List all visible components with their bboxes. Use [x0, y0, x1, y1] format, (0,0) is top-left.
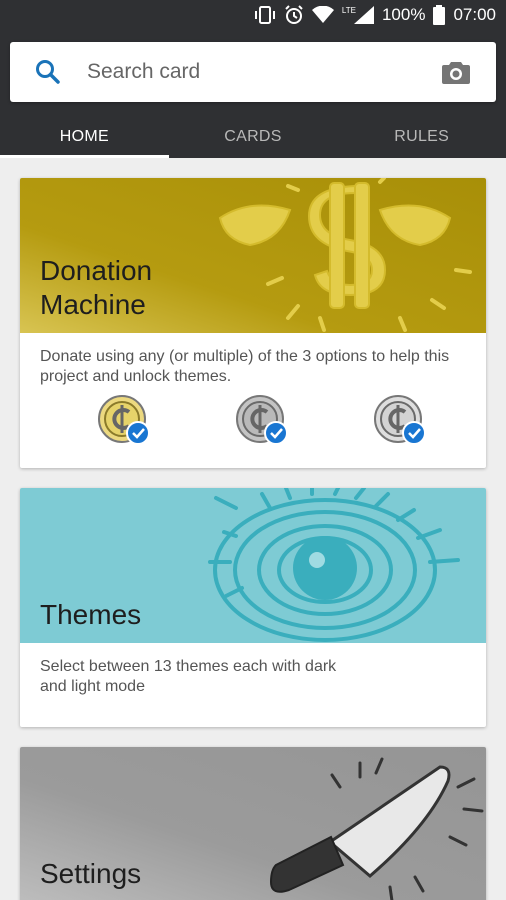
settings-hero-image: Settings [20, 747, 486, 900]
vibrate-icon [254, 6, 276, 24]
search-icon[interactable] [35, 59, 65, 85]
camera-icon[interactable] [442, 60, 474, 84]
alarm-icon [284, 5, 304, 25]
clock: 07:00 [453, 5, 496, 24]
status-bar: LTE 100% 07:00 [0, 0, 506, 30]
themes-hero-image: Themes [20, 488, 486, 643]
gold-coin-button[interactable] [98, 395, 150, 447]
tab-rules[interactable]: RULES [337, 116, 506, 158]
tab-cards[interactable]: CARDS [169, 116, 338, 158]
app-header: HOME CARDS RULES [0, 30, 506, 158]
silver-coin-2-icon [374, 395, 426, 445]
lte-signal-icon: LTE [342, 6, 374, 24]
tab-bar: HOME CARDS RULES [0, 116, 506, 158]
wifi-icon [311, 6, 334, 24]
donation-hero-image: Donation Machine [20, 178, 486, 333]
donation-title: Donation Machine [40, 254, 152, 322]
themes-title: Themes [40, 599, 142, 630]
donation-title-line1: Donation [40, 255, 153, 286]
search-input[interactable] [87, 60, 442, 84]
search-bar[interactable] [10, 42, 496, 102]
tab-home[interactable]: HOME [0, 116, 169, 158]
silver-coin-icon [236, 395, 288, 445]
gold-coin-icon [98, 395, 150, 445]
donation-description: Donate using any (or multiple) of the 3 … [40, 348, 450, 385]
settings-card[interactable]: Settings [20, 747, 486, 900]
settings-title: Settings [40, 858, 142, 889]
battery-level: 100% [381, 5, 426, 24]
donation-title-line2: Machine [40, 289, 146, 320]
themes-description: Select between 13 themes each with dark … [40, 658, 337, 695]
donation-options [20, 387, 486, 447]
silver-coin-button[interactable] [236, 395, 288, 447]
themes-card[interactable]: Themes Select between 13 themes each wit… [20, 488, 486, 727]
donation-machine-card[interactable]: Donation Machine Donate using any (or mu… [20, 178, 486, 468]
battery-icon [433, 5, 446, 25]
silver-coin-2-button[interactable] [374, 395, 426, 447]
